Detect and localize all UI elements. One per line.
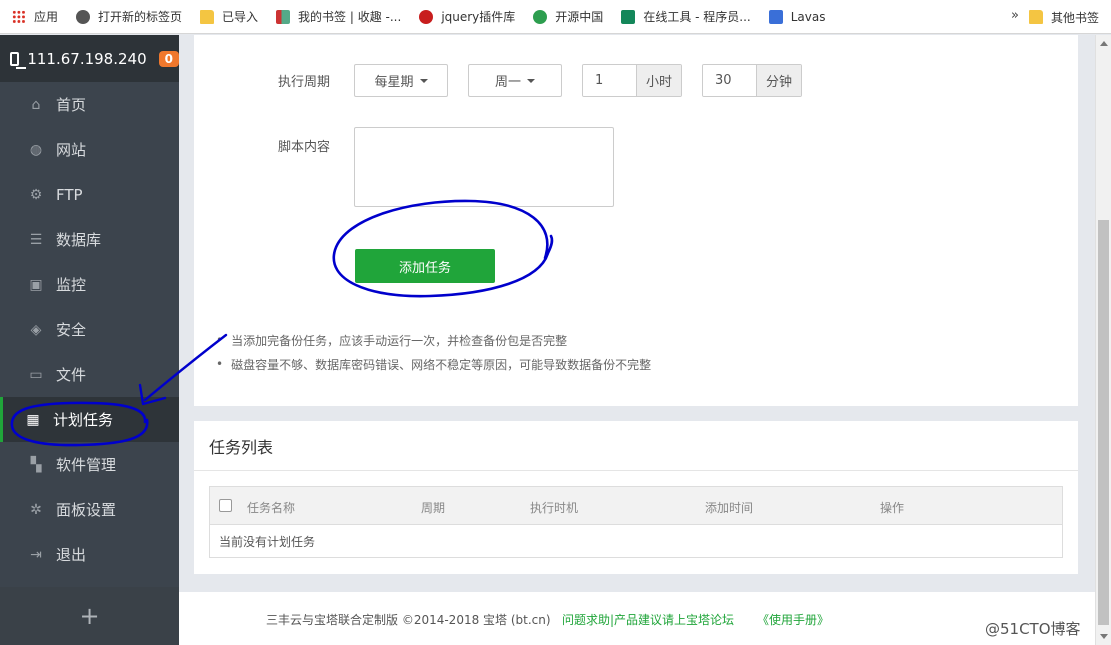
scroll-thumb[interactable]: [1098, 220, 1109, 625]
cron-form-panel: 执行周期 每星期 周一 1 小时 30 分钟 脚本内容 添加任务 当添加完备份任…: [194, 35, 1078, 406]
scroll-up-icon[interactable]: [1100, 41, 1108, 46]
sidebar-menu: ⌂ 首页 ◍ 网站 ⚙ FTP ☰ 数据库 ▣ 监控 ◈ 安全 ▭ 文件 ▦ 计划任务 ▚ 软件管…: [0, 82, 179, 577]
shield-icon: ◈: [30, 321, 42, 338]
table-header: 任务名称 周期 执行时机 添加时间 操作: [210, 487, 1062, 525]
column-header[interactable]: 周期: [421, 499, 445, 516]
home-icon: ⌂: [31, 96, 41, 113]
column-header[interactable]: 添加时间: [705, 499, 753, 516]
column-header[interactable]: 任务名称: [247, 499, 295, 516]
task-table: 任务名称 周期 执行时机 添加时间 操作 当前没有计划任务: [209, 486, 1063, 558]
watermark: @51CTO博客: [985, 620, 1081, 638]
period-row: 执行周期 每星期 周一 1 小时 30 分钟: [278, 64, 802, 97]
sidebar-item-security[interactable]: ◈ 安全: [0, 307, 179, 352]
server-header: 111.67.198.240 0: [0, 35, 179, 82]
sidebar-item-monitor[interactable]: ▣ 监控: [0, 262, 179, 307]
tool-icon: [621, 9, 636, 24]
bookmark-my-bookmarks[interactable]: 我的书签 | 收趣 -...: [264, 0, 407, 34]
monitor-icon: ▣: [29, 276, 43, 293]
hour-input[interactable]: 1: [583, 65, 637, 96]
select-all-checkbox[interactable]: [219, 499, 232, 512]
database-icon: ☰: [29, 231, 43, 248]
minute-input[interactable]: 30: [703, 65, 757, 96]
sidebar-item-software[interactable]: ▚ 软件管理: [0, 442, 179, 487]
logout-icon: ⇥: [30, 546, 42, 563]
caret-down-icon: [419, 78, 428, 83]
weekday-select[interactable]: 周一: [468, 64, 562, 97]
ftp-icon: ⚙: [29, 186, 43, 203]
bookmark-online-tools[interactable]: 在线工具 - 程序员...: [609, 0, 756, 34]
globe-icon: ◍: [29, 141, 43, 158]
gear-icon: ✲: [30, 501, 42, 518]
tip-item: 磁盘容量不够、数据库密码错误、网络不稳定等原因，可能导致数据备份不完整: [216, 352, 651, 376]
sidebar-item-files[interactable]: ▭ 文件: [0, 352, 179, 397]
tip-item: 当添加完备份任务，应该手动运行一次，并检查备份包是否完整: [216, 328, 651, 352]
bookmark-new-tab[interactable]: 打开新的标签页: [64, 0, 188, 34]
notification-badge[interactable]: 0: [158, 50, 179, 67]
add-plus-button[interactable]: +: [0, 587, 179, 645]
bookmark-icon: [276, 9, 291, 24]
bookmark-imported[interactable]: 已导入: [188, 0, 264, 34]
sidebar-item-database[interactable]: ☰ 数据库: [0, 217, 179, 262]
sidebar-item-logout[interactable]: ⇥ 退出: [0, 532, 179, 577]
sidebar-item-cron[interactable]: ▦ 计划任务: [0, 397, 179, 442]
help-link[interactable]: 问题求助|产品建议请上宝塔论坛: [562, 611, 734, 628]
footer: 三丰云与宝塔联合定制版 ©2014-2018 宝塔 (bt.cn) 问题求助|产…: [179, 592, 1095, 645]
lavas-icon: [768, 9, 783, 24]
copyright-text: 三丰云与宝塔联合定制版 ©2014-2018 宝塔 (bt.cn): [266, 613, 551, 627]
monitor-icon: [10, 51, 27, 69]
bookmarks-bar: 应用 打开新的标签页 已导入 我的书签 | 收趣 -... jquery插件库 …: [0, 0, 1111, 34]
calendar-icon: ▦: [26, 411, 40, 428]
script-label: 脚本内容: [278, 140, 331, 155]
folder-icon: [200, 9, 215, 24]
bookmark-oschina[interactable]: 开源中国: [521, 0, 609, 34]
server-ip: 111.67.198.240: [27, 49, 147, 68]
sidebar-item-home[interactable]: ⌂ 首页: [0, 82, 179, 127]
tips-list: 当添加完备份任务，应该手动运行一次，并检查备份包是否完整 磁盘容量不够、数据库密…: [216, 328, 651, 376]
minute-unit: 分钟: [757, 65, 801, 96]
bookmark-other[interactable]: 其他书签: [1028, 0, 1099, 34]
manual-link[interactable]: 《使用手册》: [757, 611, 829, 628]
period-type-select[interactable]: 每星期: [354, 64, 448, 97]
folder-icon: [1028, 10, 1043, 24]
column-header[interactable]: 执行时机: [530, 499, 578, 516]
oschina-icon: [533, 9, 548, 24]
caret-down-icon: [527, 78, 535, 83]
globe-icon: [76, 9, 91, 24]
jquery-icon: [419, 9, 434, 24]
folder-icon: ▭: [29, 366, 43, 383]
period-label: 执行周期: [278, 75, 331, 90]
hour-unit: 小时: [637, 65, 681, 96]
column-header: 操作: [880, 501, 905, 515]
task-list-panel: 任务列表 任务名称 周期 执行时机 添加时间 操作 当前没有计划任务: [194, 421, 1078, 574]
apps-icon: ▚: [30, 456, 42, 473]
apps-grid-icon: [12, 9, 26, 24]
task-list-title: 任务列表: [194, 421, 1078, 471]
bookmark-lavas[interactable]: Lavas: [757, 0, 832, 34]
hour-input-group: 1 小时: [582, 64, 682, 97]
vertical-scrollbar[interactable]: [1095, 35, 1111, 645]
add-task-button[interactable]: 添加任务: [355, 249, 495, 283]
empty-row: 当前没有计划任务: [210, 525, 1062, 557]
sidebar: 111.67.198.240 0 ⌂ 首页 ◍ 网站 ⚙ FTP ☰ 数据库 ▣ 监控 ◈…: [0, 35, 179, 645]
minute-input-group: 30 分钟: [702, 64, 802, 97]
script-textarea[interactable]: [354, 127, 614, 207]
bookmark-jquery[interactable]: jquery插件库: [407, 0, 521, 34]
scroll-down-icon[interactable]: [1100, 634, 1108, 639]
sidebar-item-settings[interactable]: ✲ 面板设置: [0, 487, 179, 532]
bookmarks-more-button[interactable]: »: [1011, 8, 1019, 23]
sidebar-item-ftp[interactable]: ⚙ FTP: [0, 172, 179, 217]
sidebar-item-website[interactable]: ◍ 网站: [0, 127, 179, 172]
bookmark-apps[interactable]: 应用: [0, 0, 64, 34]
